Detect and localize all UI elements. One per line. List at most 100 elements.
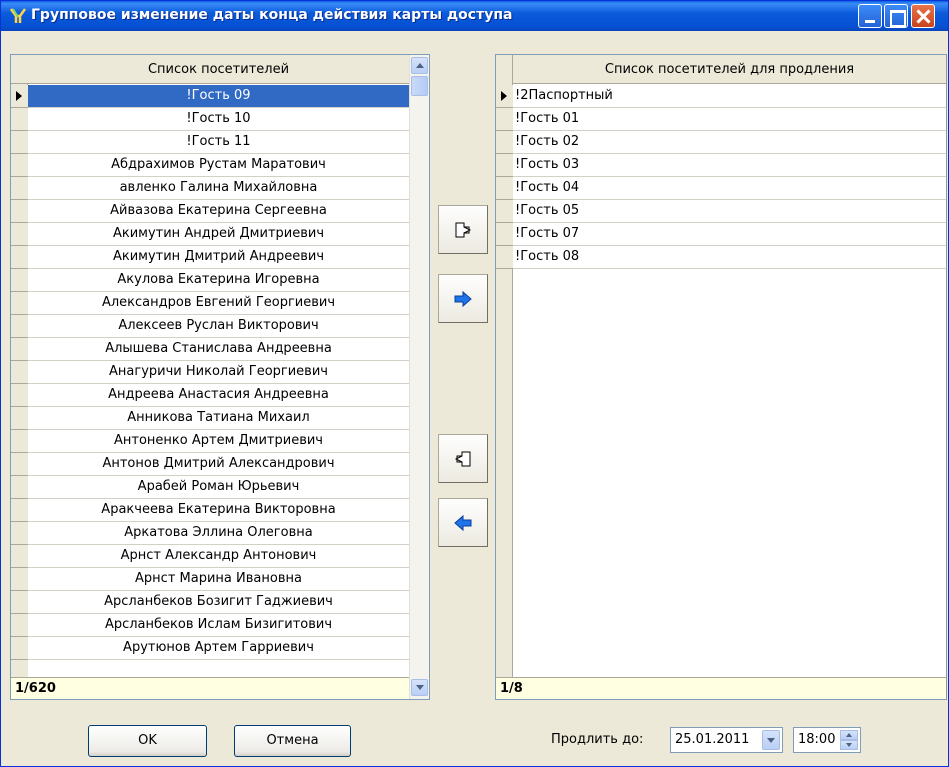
row-indicator[interactable] xyxy=(11,522,28,545)
table-row[interactable]: !Гость 10 xyxy=(28,108,409,131)
row-indicator[interactable] xyxy=(11,246,28,269)
table-row[interactable]: Арнст Марина Ивановна xyxy=(28,568,409,591)
ok-button[interactable]: OK xyxy=(88,725,207,757)
close-button[interactable] xyxy=(911,4,935,28)
table-row[interactable]: Алышева Станислава Андреевна xyxy=(28,338,409,361)
row-indicator[interactable] xyxy=(11,453,28,476)
row-indicator[interactable] xyxy=(11,361,28,384)
time-field[interactable]: 18:00 xyxy=(793,727,861,753)
table-row[interactable]: Арсланбеков Ислам Бизигитович xyxy=(28,614,409,637)
table-row[interactable]: !Гость 04 xyxy=(513,177,946,200)
table-row[interactable]: Арсланбеков Бозигит Гаджиевич xyxy=(28,591,409,614)
time-spinner[interactable] xyxy=(840,730,858,750)
row-indicator[interactable] xyxy=(496,154,513,177)
title-bar[interactable]: Групповое изменение даты конца действия … xyxy=(1,1,948,31)
move-right-button[interactable] xyxy=(438,274,488,323)
row-indicator[interactable] xyxy=(11,430,28,453)
scroll-thumb[interactable] xyxy=(411,76,428,96)
table-row[interactable]: !Гость 08 xyxy=(513,246,946,269)
row-indicator[interactable] xyxy=(11,338,28,361)
row-indicator[interactable] xyxy=(11,407,28,430)
visitors-scrollbar[interactable] xyxy=(409,55,429,699)
row-indicator[interactable] xyxy=(496,131,513,154)
visitors-grid-header[interactable]: Список посетителей xyxy=(11,55,409,84)
row-indicator[interactable] xyxy=(11,200,28,223)
table-row[interactable]: !Гость 03 xyxy=(513,154,946,177)
table-row[interactable]: Акулова Екатерина Игоревна xyxy=(28,269,409,292)
table-row[interactable]: авленко Галина Михайловна xyxy=(28,177,409,200)
table-row[interactable]: Александров Евгений Георгиевич xyxy=(28,292,409,315)
table-row[interactable]: Аркатова Эллина Олеговна xyxy=(28,522,409,545)
row-indicator[interactable] xyxy=(11,545,28,568)
row-indicator[interactable] xyxy=(11,108,28,131)
table-row[interactable]: !Гость 07 xyxy=(513,223,946,246)
extend-visitors-grid[interactable]: Список посетителей для продления !2Паспо… xyxy=(495,54,947,700)
row-indicator[interactable] xyxy=(11,177,28,200)
table-row[interactable]: Арутюнов Артем Гарриевич xyxy=(28,637,409,660)
row-indicator[interactable] xyxy=(11,269,28,292)
table-row[interactable]: Арабей Роман Юрьевич xyxy=(28,476,409,499)
table-row[interactable]: Абдрахимов Рустам Маратович xyxy=(28,154,409,177)
spin-down-icon[interactable] xyxy=(840,740,858,750)
arrow-left-icon xyxy=(454,514,472,532)
extend-grid-header[interactable]: Список посетителей для продления xyxy=(513,55,946,84)
table-row[interactable]: !Гость 09 xyxy=(28,85,409,108)
row-indicator[interactable] xyxy=(11,499,28,522)
table-row[interactable]: !Гость 05 xyxy=(513,200,946,223)
move-all-left-icon xyxy=(454,451,471,467)
current-row-arrow-icon xyxy=(501,91,507,101)
date-value: 25.01.2011 xyxy=(675,732,750,747)
extend-until-label: Продлить до: xyxy=(551,732,644,747)
row-indicator[interactable] xyxy=(496,200,513,223)
visitors-grid[interactable]: Список посетителей !Гость 09 !Гость 10 !Го… xyxy=(10,54,430,700)
row-indicator[interactable] xyxy=(496,246,513,269)
table-row[interactable]: Арнст Александр Антонович xyxy=(28,545,409,568)
table-row[interactable]: Анагуричи Николай Георгиевич xyxy=(28,361,409,384)
table-row[interactable]: Айвазова Екатерина Сергеевна xyxy=(28,200,409,223)
row-indicator[interactable] xyxy=(11,591,28,614)
row-indicator[interactable] xyxy=(11,476,28,499)
row-indicator[interactable] xyxy=(496,85,513,108)
table-row[interactable]: Антоненко Артем Дмитриевич xyxy=(28,430,409,453)
scroll-up-icon[interactable] xyxy=(411,57,428,74)
table-row[interactable]: Анникова Татиана Михаил xyxy=(28,407,409,430)
table-row[interactable]: Акимутин Дмитрий Андреевич xyxy=(28,246,409,269)
table-row[interactable]: !Гость 01 xyxy=(513,108,946,131)
table-row[interactable]: !Гость 11 xyxy=(28,131,409,154)
table-row[interactable]: !Гость 02 xyxy=(513,131,946,154)
minimize-button[interactable] xyxy=(858,4,882,28)
extend-count: 1/8 xyxy=(496,677,946,699)
row-indicator[interactable] xyxy=(496,223,513,246)
row-indicator[interactable] xyxy=(11,384,28,407)
table-row[interactable]: Акимутин Андрей Дмитриевич xyxy=(28,223,409,246)
row-indicator[interactable] xyxy=(11,131,28,154)
move-all-left-button[interactable] xyxy=(438,434,488,483)
table-row[interactable]: Аракчеева Екатерина Викторовна xyxy=(28,499,409,522)
arrow-right-icon xyxy=(454,290,472,308)
table-row[interactable]: !2Паспортный xyxy=(513,85,946,108)
move-left-button[interactable] xyxy=(438,498,488,547)
row-indicator[interactable] xyxy=(496,177,513,200)
row-indicator[interactable] xyxy=(11,568,28,591)
move-all-right-icon xyxy=(455,222,472,238)
table-row[interactable]: Антонов Дмитрий Александрович xyxy=(28,453,409,476)
row-indicator[interactable] xyxy=(496,108,513,131)
row-indicator[interactable] xyxy=(11,154,28,177)
row-indicator[interactable] xyxy=(11,223,28,246)
table-row[interactable]: Алексеев Руслан Викторович xyxy=(28,315,409,338)
row-indicator[interactable] xyxy=(11,614,28,637)
dialog-window: Групповое изменение даты конца действия … xyxy=(0,0,949,767)
row-indicator[interactable] xyxy=(11,637,28,660)
date-picker[interactable]: 25.01.2011 xyxy=(670,727,783,753)
visitors-count: 1/620 xyxy=(11,677,409,699)
row-indicator[interactable] xyxy=(11,315,28,338)
move-all-right-button[interactable] xyxy=(438,205,488,254)
maximize-button[interactable] xyxy=(884,4,908,28)
cancel-button[interactable]: Отмена xyxy=(234,725,351,757)
scroll-down-icon[interactable] xyxy=(411,679,428,696)
spin-up-icon[interactable] xyxy=(840,730,858,740)
row-indicator[interactable] xyxy=(11,292,28,315)
chevron-down-icon[interactable] xyxy=(762,730,780,750)
row-indicator[interactable] xyxy=(11,85,28,108)
table-row[interactable]: Андреева Анастасия Андреевна xyxy=(28,384,409,407)
